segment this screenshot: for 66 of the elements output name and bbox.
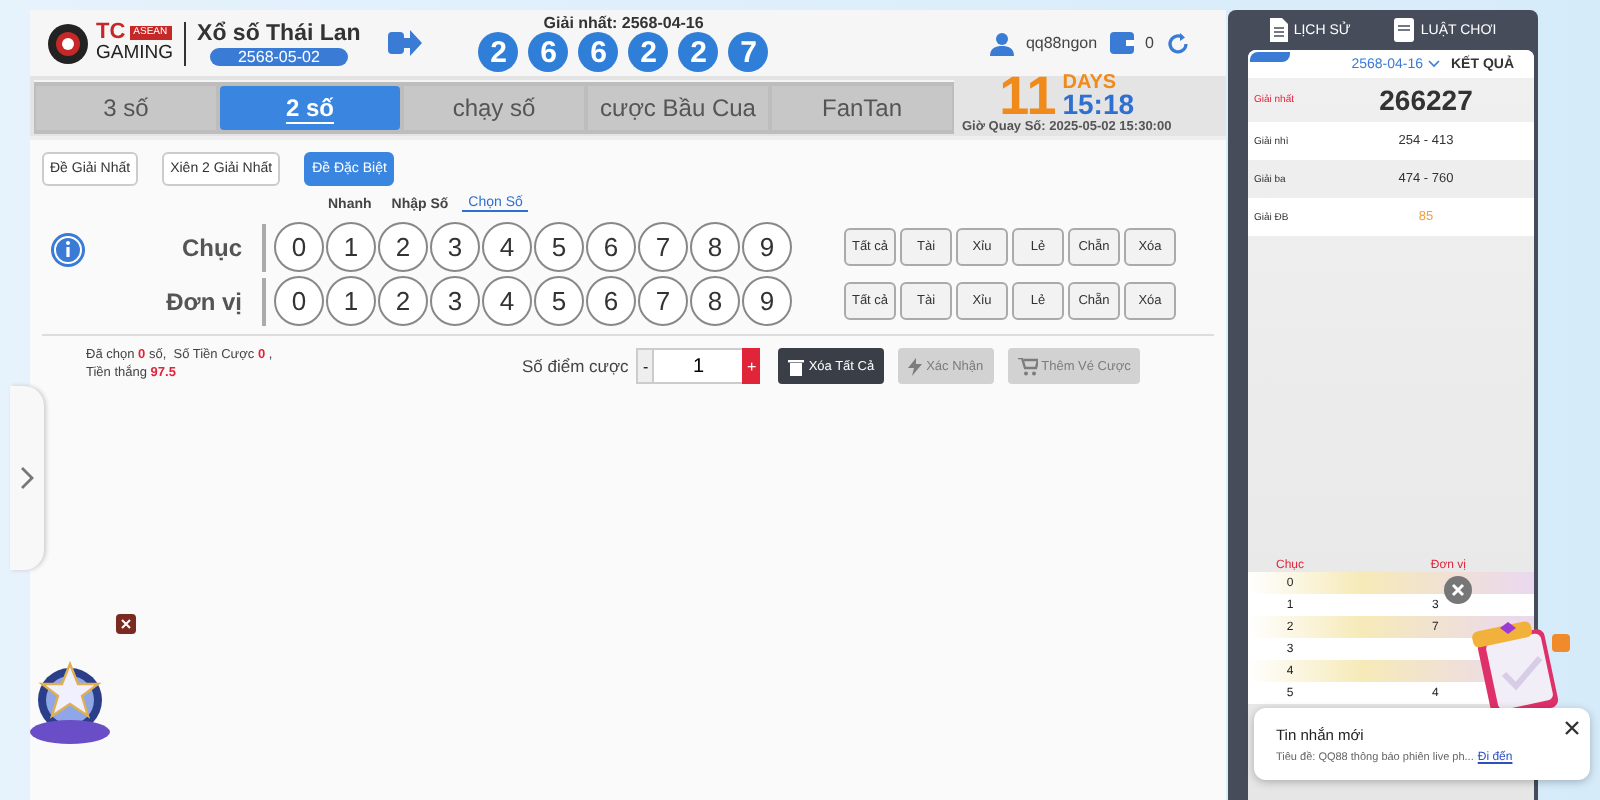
number-ball[interactable]: 9: [742, 276, 792, 326]
book-icon: [1394, 18, 1415, 42]
number-ball[interactable]: 7: [638, 222, 688, 272]
number-ball[interactable]: 5: [534, 276, 584, 326]
username: qq88ngon: [1025, 34, 1098, 52]
bet-points-label: Số điểm cược: [522, 356, 629, 376]
draw-date-badge: 2568-05-02: [209, 47, 348, 65]
balance: 0: [1145, 34, 1154, 52]
game-tab[interactable]: cược Bầu Cua: [588, 85, 768, 129]
side-collapse-handle[interactable]: [10, 386, 44, 570]
refresh-icon[interactable]: [1166, 31, 1190, 55]
prize-value: 266227: [1377, 84, 1475, 116]
prize-digit: 2: [478, 32, 519, 72]
bolt-icon: [908, 357, 923, 375]
prize-digit: 7: [728, 32, 769, 72]
increase-button[interactable]: +: [742, 348, 761, 384]
number-ball[interactable]: 2: [378, 276, 428, 326]
cart-icon: [1017, 357, 1038, 375]
game-tab[interactable]: 2 số: [220, 85, 400, 129]
chevron-down-icon: [1427, 59, 1439, 67]
decrease-button[interactable]: -: [636, 348, 655, 384]
chevron-right-icon: [20, 466, 34, 490]
number-ball[interactable]: 5: [534, 222, 584, 272]
number-ball[interactable]: 2: [378, 222, 428, 272]
close-icon[interactable]: [1564, 720, 1580, 736]
star-badge-icon[interactable]: [24, 660, 116, 748]
days-label: DAYS: [1062, 73, 1119, 93]
prize-digit: 2: [628, 32, 669, 72]
prize-digit: 6: [528, 32, 569, 72]
trash-icon: [788, 357, 805, 375]
game-tab[interactable]: 3 số: [36, 85, 216, 129]
game-tab[interactable]: FanTan: [772, 85, 952, 129]
number-ball[interactable]: 3: [430, 276, 480, 326]
prize-digit: 2: [678, 32, 719, 72]
number-ball[interactable]: 4: [482, 276, 532, 326]
game-title: Xổ số Thái Lan: [197, 21, 361, 45]
countdown-time: 15:18: [1062, 92, 1135, 119]
brand-subtitle: GAMING: [96, 44, 174, 64]
corner-ribbon: [1250, 52, 1290, 62]
close-icon[interactable]: [116, 614, 136, 634]
number-ball[interactable]: 1: [326, 222, 376, 272]
number-ball[interactable]: 0: [274, 222, 324, 272]
countdown-days: 11: [999, 72, 1057, 120]
logo-icon: [46, 21, 90, 65]
number-ball[interactable]: 8: [690, 222, 740, 272]
number-ball[interactable]: 9: [742, 222, 792, 272]
digit-position-label: Chục: [86, 223, 266, 271]
number-ball[interactable]: 3: [430, 222, 480, 272]
number-ball[interactable]: 8: [690, 276, 740, 326]
number-ball[interactable]: 7: [638, 276, 688, 326]
info-icon[interactable]: [50, 232, 86, 268]
prize-digit: 6: [578, 32, 619, 72]
number-ball[interactable]: 4: [482, 222, 532, 272]
brand-name: TC: [96, 22, 126, 45]
first-prize-label: Giải nhất: 2568-04-16: [543, 14, 704, 32]
exit-icon[interactable]: [388, 28, 423, 58]
digit-position-label: Đơn vị: [86, 277, 266, 325]
number-ball[interactable]: 6: [586, 222, 636, 272]
game-tab[interactable]: chạy số: [404, 85, 584, 129]
document-icon: [1269, 18, 1288, 42]
bet-amount-field[interactable]: 1: [654, 348, 743, 384]
number-ball[interactable]: 0: [274, 276, 324, 326]
user-icon: [989, 31, 1014, 55]
number-ball[interactable]: 6: [586, 276, 636, 326]
number-ball[interactable]: 1: [326, 276, 376, 326]
wallet-icon: [1109, 32, 1134, 54]
